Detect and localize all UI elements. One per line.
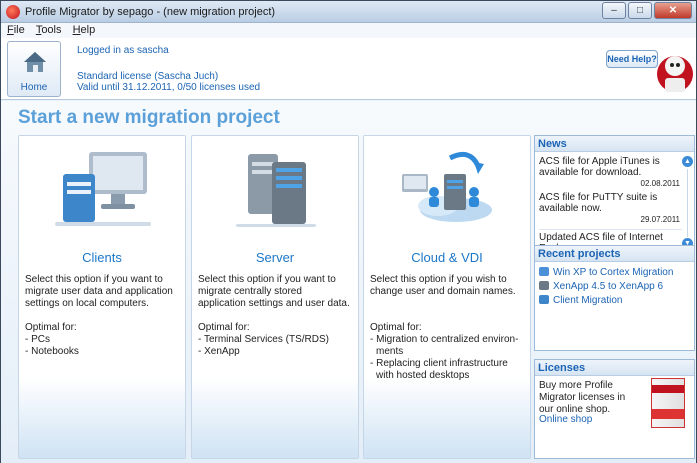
scroll-track[interactable] [687, 169, 688, 237]
title-bar[interactable]: Profile Migrator by sepago - (new migrat… [1, 1, 696, 23]
licenses-text: Buy more Profile Migrator licenses in ou… [539, 380, 626, 415]
list-item: Notebooks [25, 346, 179, 358]
option-title: Cloud & VDI [411, 250, 483, 265]
recent-project-item[interactable]: Client Migration [539, 295, 622, 306]
home-label: Home [20, 82, 48, 93]
menu-bar: File Tools Help [1, 23, 696, 38]
news-item[interactable]: ACS file for Apple iTunes is available f… [539, 156, 680, 178]
news-date: 29.07.2011 [640, 215, 680, 224]
product-box-band [652, 385, 684, 393]
product-box-icon [651, 378, 685, 428]
menu-tools[interactable]: Tools [36, 23, 62, 38]
news-date: 02.08.2011 [640, 179, 680, 188]
menu-help[interactable]: Help [73, 23, 96, 38]
server-rack-icon [236, 154, 316, 227]
list-item: Terminal Services (TS/RDS) [198, 334, 352, 346]
server-rack-icon [539, 281, 549, 290]
licenses-heading: Licenses [535, 360, 694, 376]
need-help-button[interactable]: Need Help? [606, 50, 658, 68]
optimal-for-list: Migration to centralized environ- ments … [370, 334, 524, 382]
page-title: Start a new migration project [18, 107, 280, 128]
option-description: Select this option if you want to migrat… [198, 274, 350, 309]
minimize-button[interactable]: – [602, 2, 626, 19]
license-text: Standard license (Sascha Juch) [77, 71, 219, 82]
list-item: PCs [25, 334, 179, 346]
window-controls: – □ ✕ [600, 2, 692, 19]
news-panel: News ACS file for Apple iTunes is availa… [534, 135, 695, 254]
close-button[interactable]: ✕ [654, 2, 692, 19]
licenses-panel: Licenses Buy more Profile Migrator licen… [534, 359, 695, 459]
recent-project-item[interactable]: Win XP to Cortex Migration [539, 267, 673, 278]
home-button[interactable]: Home [7, 41, 61, 97]
online-shop-link[interactable]: Online shop [539, 414, 592, 425]
news-heading: News [535, 136, 694, 152]
optimal-for-list: Terminal Services (TS/RDS) XenApp [198, 334, 352, 358]
menu-file[interactable]: File [7, 23, 25, 38]
license-validity-text: Valid until 31.12.2011, 0/50 licenses us… [77, 82, 261, 93]
recent-projects-panel: Recent projects Win XP to Cortex Migrati… [534, 245, 695, 351]
product-box-band [652, 409, 684, 419]
optimal-for-list: PCs Notebooks [25, 334, 179, 358]
migration-arrows-icon [539, 267, 549, 276]
option-description: Select this option if you want to migrat… [25, 274, 173, 309]
list-item: Replacing client infrastructure with hos… [370, 358, 524, 382]
mascot-icon [657, 56, 693, 92]
logged-in-text: Logged in as sascha [77, 45, 169, 56]
window-title: Profile Migrator by sepago - (new migrat… [25, 6, 276, 18]
list-item: XenApp [198, 346, 352, 358]
app-window: Profile Migrator by sepago - (new migrat… [0, 0, 697, 463]
main-content: Start a new migration project Clients Se… [1, 101, 696, 463]
option-card-clients[interactable]: Clients Select this option if you want t… [18, 135, 186, 459]
news-item[interactable]: ACS file for PuTTY suite is available no… [539, 192, 680, 214]
optimal-for-label: Optimal for: [370, 322, 422, 333]
option-title: Clients [82, 250, 122, 265]
client-computer-icon [55, 152, 151, 226]
home-icon [24, 52, 46, 72]
option-card-cloud-vdi[interactable]: Cloud & VDI Select this option if you wi… [363, 135, 531, 459]
recent-projects-heading: Recent projects [535, 246, 694, 262]
cloud-network-icon [402, 151, 492, 222]
optimal-for-label: Optimal for: [198, 322, 250, 333]
maximize-button[interactable]: □ [628, 2, 652, 19]
news-scrollbar[interactable]: ▲ ▼ [682, 156, 693, 250]
list-item: Migration to centralized environ- ments [370, 334, 524, 358]
option-title: Server [255, 250, 295, 265]
option-description: Select this option if you wish to change… [370, 274, 516, 297]
recent-project-item[interactable]: XenApp 4.5 to XenApp 6 [539, 281, 663, 292]
scroll-up-icon[interactable]: ▲ [682, 156, 693, 167]
option-card-server[interactable]: Server Select this option if you want to… [191, 135, 359, 459]
header: Home Logged in as sascha Standard licens… [1, 38, 696, 100]
app-logo-icon [6, 5, 20, 19]
client-computer-icon [539, 295, 549, 304]
optimal-for-label: Optimal for: [25, 322, 77, 333]
